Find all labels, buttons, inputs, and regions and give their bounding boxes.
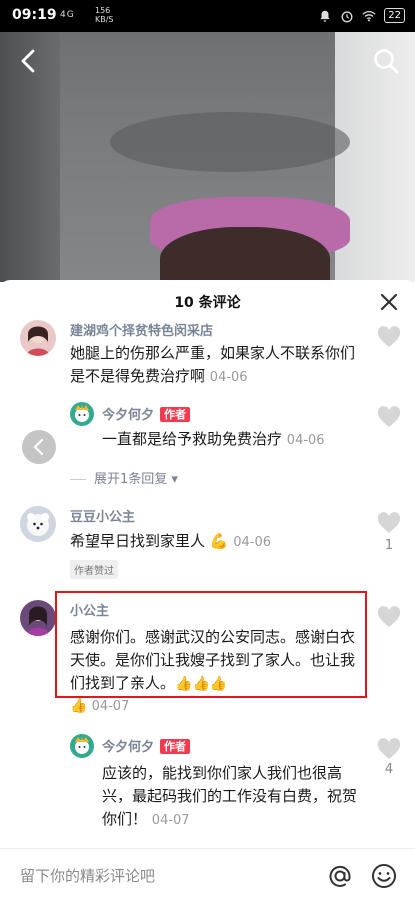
avatar[interactable] bbox=[70, 734, 94, 758]
comment-input[interactable]: 留下你的精彩评论吧 bbox=[20, 865, 155, 886]
avatar[interactable] bbox=[20, 506, 56, 542]
heart-icon[interactable] bbox=[377, 606, 401, 628]
comment-date: 04-07 bbox=[91, 699, 130, 714]
network-speed: 156 KB/S bbox=[95, 6, 114, 24]
reply-date: 04-06 bbox=[286, 433, 325, 448]
comment-count-title: 10 条评论 bbox=[174, 295, 241, 311]
emoji-icon[interactable] bbox=[371, 863, 397, 889]
comment-text: 希望早日找到家里人 💪 04-06 bbox=[70, 532, 272, 550]
reply-item[interactable]: 今夕何夕 作者 应该的，能找到你们家人我们也很高兴，最起码我们的工作没有白费，祝贺… bbox=[0, 732, 415, 842]
author-liked-tag: 作者赞过 bbox=[70, 560, 118, 579]
heart-icon[interactable] bbox=[377, 738, 401, 760]
comment-date: 04-06 bbox=[233, 535, 272, 550]
mention-icon[interactable] bbox=[327, 863, 353, 889]
search-icon[interactable] bbox=[371, 46, 401, 76]
floating-back-button[interactable] bbox=[22, 430, 56, 464]
network-indicator: 4G bbox=[60, 10, 75, 20]
comment-input-bar[interactable]: 留下你的精彩评论吧 bbox=[0, 848, 415, 902]
author-badge: 作者 bbox=[160, 407, 191, 422]
comment-author[interactable]: 豆豆小公主 bbox=[70, 506, 135, 525]
status-time: 09:19 bbox=[12, 7, 57, 23]
flex-arm-emoji: 💪 bbox=[209, 532, 229, 550]
video-leg bbox=[160, 227, 330, 282]
reply-text: 应该的，能找到你们家人我们也很高兴，最起码我们的工作没有白费，祝贺你们！ 04-… bbox=[102, 764, 358, 828]
status-icons: 22 bbox=[318, 8, 405, 23]
highlight-box bbox=[55, 591, 367, 698]
battery-level: 22 bbox=[384, 8, 405, 23]
chevron-down-icon: ▾ bbox=[171, 472, 178, 487]
avatar[interactable] bbox=[20, 600, 56, 636]
video-fold bbox=[110, 112, 350, 172]
avatar[interactable] bbox=[20, 320, 56, 356]
comment-text: 她腿上的伤那么严重，如果家人不联系你们是不是得免费治疗啊 04-06 bbox=[70, 344, 356, 385]
chevron-left-icon bbox=[33, 438, 44, 456]
heart-icon[interactable] bbox=[377, 512, 401, 534]
reply-date: 04-07 bbox=[151, 813, 190, 828]
comment-sheet: 10 条评论 建湖鸡个择贫特色闵采店 她腿上的伤那么严重，如果家人不联系你们是不… bbox=[0, 280, 415, 902]
status-bar: 09:19 4G 156 KB/S 22 bbox=[0, 0, 415, 32]
heart-icon[interactable] bbox=[377, 406, 401, 428]
comment-item[interactable]: 豆豆小公主 希望早日找到家里人 💪 04-06 作者赞过 1 bbox=[0, 504, 415, 584]
sheet-header: 10 条评论 bbox=[0, 280, 415, 324]
reply-text: 一直都是给予救助免费治疗 04-06 bbox=[102, 430, 325, 448]
heart-icon[interactable] bbox=[377, 326, 401, 348]
author-badge: 作者 bbox=[160, 739, 191, 754]
back-arrow-icon[interactable] bbox=[14, 46, 44, 76]
video-preview[interactable] bbox=[0, 32, 415, 282]
avatar[interactable] bbox=[70, 402, 94, 426]
like-count: 4 bbox=[384, 762, 394, 777]
alarm-icon bbox=[341, 10, 353, 22]
reply-author[interactable]: 今夕何夕 作者 bbox=[102, 736, 191, 755]
bell-icon bbox=[320, 10, 331, 22]
reply-item[interactable]: 今夕何夕 作者 一直都是给予救助免费治疗 04-06 展开1条回复 ▾ bbox=[0, 400, 415, 490]
comment-author[interactable]: 建湖鸡个择贫特色闵采店 bbox=[70, 320, 213, 339]
wifi-icon bbox=[362, 10, 376, 21]
comment-date: 04-06 bbox=[209, 370, 248, 385]
comment-item[interactable]: 建湖鸡个择贫特色闵采店 她腿上的伤那么严重，如果家人不联系你们是不是得免费治疗啊… bbox=[0, 320, 415, 390]
expand-replies-button[interactable]: 展开1条回复 ▾ bbox=[70, 468, 178, 487]
comment-meta: 👍 04-07 bbox=[70, 698, 129, 714]
reply-author[interactable]: 今夕何夕 作者 bbox=[102, 404, 191, 423]
like-count: 1 bbox=[384, 538, 394, 553]
close-icon[interactable] bbox=[379, 292, 399, 312]
thumbs-up-emoji: 👍 bbox=[70, 698, 88, 714]
